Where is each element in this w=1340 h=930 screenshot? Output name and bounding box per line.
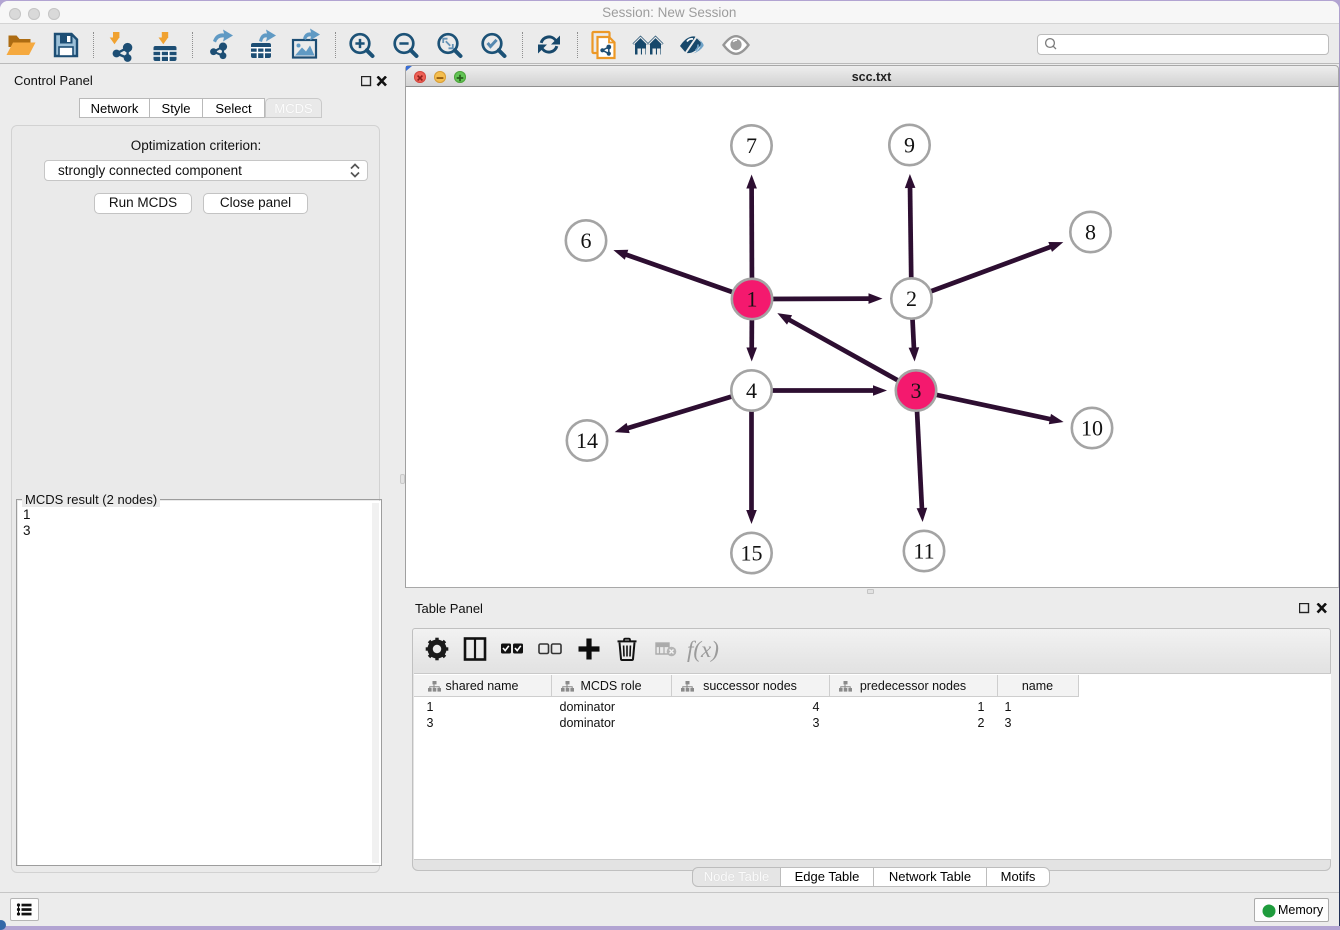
svg-text:1: 1 [746,287,757,312]
svg-text:9: 9 [904,133,915,158]
svg-text:2: 2 [906,286,917,311]
svg-text:11: 11 [913,539,934,564]
svg-text:15: 15 [740,541,762,566]
svg-text:10: 10 [1081,416,1103,441]
svg-text:6: 6 [580,228,591,253]
svg-text:8: 8 [1085,220,1096,245]
svg-text:f(x): f(x) [687,637,719,662]
svg-text:3: 3 [910,378,921,403]
svg-text:7: 7 [746,133,757,158]
svg-text:14: 14 [576,428,598,453]
svg-text:4: 4 [746,378,757,403]
